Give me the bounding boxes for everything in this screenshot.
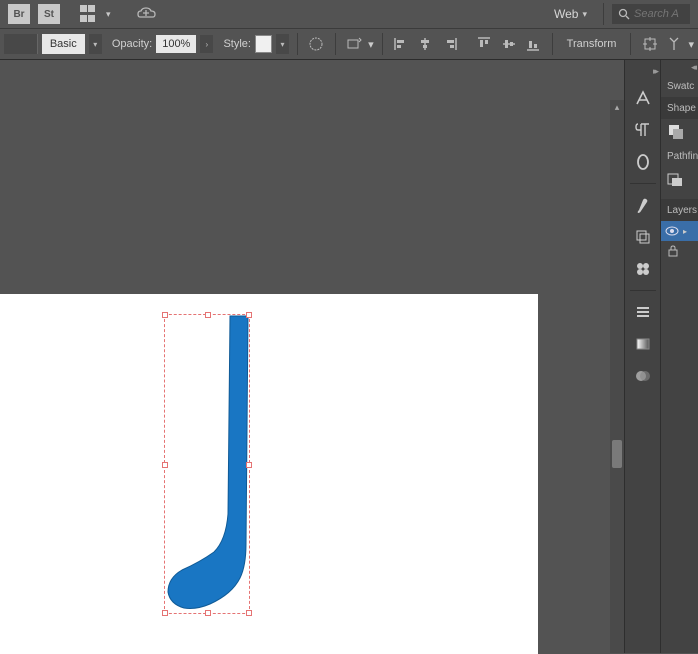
opentype-panel-icon[interactable] xyxy=(632,151,654,173)
chevron-down-icon: ▾ xyxy=(582,9,587,20)
graphic-style-dropdown[interactable]: ▾ xyxy=(89,34,102,54)
separator xyxy=(630,33,631,55)
chevron-down-icon[interactable]: ▾ xyxy=(106,9,111,20)
right-panels: ◂◂ Swatc Shape I Pathfin Layers ▸ xyxy=(660,60,698,653)
resize-handle-se[interactable] xyxy=(246,610,252,616)
opacity-label: Opacity: xyxy=(112,38,152,50)
separator xyxy=(335,33,336,55)
expand-triangle-icon[interactable]: ▸ xyxy=(683,227,687,236)
stroke-panel-icon[interactable] xyxy=(632,301,654,323)
layer-lock-row xyxy=(661,241,698,264)
layer-row[interactable]: ▸ xyxy=(661,221,698,241)
symbols-panel-icon[interactable] xyxy=(632,226,654,248)
search-icon xyxy=(618,8,630,20)
opacity-step[interactable]: › xyxy=(200,35,213,53)
gpu-preview-icon[interactable] xyxy=(137,7,157,21)
workspace-switcher[interactable]: Web ▾ xyxy=(546,3,595,25)
resize-handle-e[interactable] xyxy=(246,462,252,468)
visibility-eye-icon[interactable] xyxy=(665,224,679,238)
separator xyxy=(552,33,553,55)
bridge-button[interactable]: Br xyxy=(8,4,30,24)
align-right-icon[interactable] xyxy=(440,33,461,55)
separator xyxy=(382,33,383,55)
artboard[interactable] xyxy=(0,294,538,654)
align-hcenter-icon[interactable] xyxy=(415,33,436,55)
align-to-selection-icon[interactable] xyxy=(343,33,364,55)
style-label: Style: xyxy=(223,38,251,50)
align-top-icon[interactable] xyxy=(474,33,495,55)
isolate-mode-icon[interactable] xyxy=(639,33,660,55)
align-bottom-icon[interactable] xyxy=(523,33,544,55)
recolor-artwork-icon[interactable] xyxy=(306,33,327,55)
search-input[interactable] xyxy=(634,8,684,20)
canvas-area: ▴ xyxy=(0,60,624,653)
resize-handle-n[interactable] xyxy=(205,312,211,318)
chevron-down-icon[interactable]: ▾ xyxy=(689,38,695,51)
shape-panel-icon[interactable] xyxy=(665,123,685,141)
transparency-panel-icon[interactable] xyxy=(632,365,654,387)
vertical-scrollbar[interactable]: ▴ xyxy=(610,100,624,653)
style-swatch[interactable] xyxy=(255,35,272,53)
gradient-panel-icon[interactable] xyxy=(632,333,654,355)
panel-dock: ▸▸ xyxy=(624,60,660,653)
pathfinder-tab[interactable]: Pathfin xyxy=(661,145,698,167)
resize-handle-s[interactable] xyxy=(205,610,211,616)
resize-handle-ne[interactable] xyxy=(246,312,252,318)
paragraph-panel-icon[interactable] xyxy=(632,119,654,141)
pathfinder-panel-icon[interactable] xyxy=(665,171,685,189)
align-to-pixel-icon[interactable] xyxy=(664,33,685,55)
collapse-dock-icon[interactable]: ▸▸ xyxy=(653,66,660,77)
resize-handle-sw[interactable] xyxy=(162,610,168,616)
align-left-icon[interactable] xyxy=(391,33,412,55)
scroll-up-icon[interactable]: ▴ xyxy=(610,100,624,114)
arrange-documents-icon[interactable] xyxy=(80,5,98,23)
chevron-down-icon[interactable]: ▾ xyxy=(368,38,374,51)
control-bar: Basic ▾ Opacity: 100% › Style: ▾ ▾ Trans… xyxy=(0,28,698,60)
graphic-style-basic[interactable]: Basic xyxy=(42,34,85,54)
character-panel-icon[interactable] xyxy=(632,87,654,109)
style-dropdown[interactable]: ▾ xyxy=(276,34,289,54)
opacity-field[interactable]: 100% xyxy=(156,35,196,53)
app-menu-bar: Br St ▾ Web ▾ xyxy=(0,0,698,28)
transform-button[interactable]: Transform xyxy=(561,38,623,50)
scrollbar-thumb[interactable] xyxy=(612,440,622,468)
swatches-clover-icon[interactable] xyxy=(632,258,654,280)
lock-icon[interactable] xyxy=(667,245,679,257)
brushes-panel-icon[interactable] xyxy=(632,194,654,216)
layers-tab[interactable]: Layers xyxy=(661,199,698,221)
selection-bounds xyxy=(164,314,250,614)
resize-handle-nw[interactable] xyxy=(162,312,168,318)
align-vcenter-icon[interactable] xyxy=(499,33,520,55)
search-box[interactable] xyxy=(612,4,690,24)
swatches-tab[interactable]: Swatc xyxy=(661,75,698,97)
workspace-label: Web xyxy=(554,7,578,21)
stroke-profile-button[interactable] xyxy=(4,34,38,54)
stock-button[interactable]: St xyxy=(38,4,60,24)
resize-handle-w[interactable] xyxy=(162,462,168,468)
shape-tab[interactable]: Shape I xyxy=(661,97,698,119)
collapse-panels-icon[interactable]: ◂◂ xyxy=(661,60,698,75)
separator xyxy=(297,33,298,55)
